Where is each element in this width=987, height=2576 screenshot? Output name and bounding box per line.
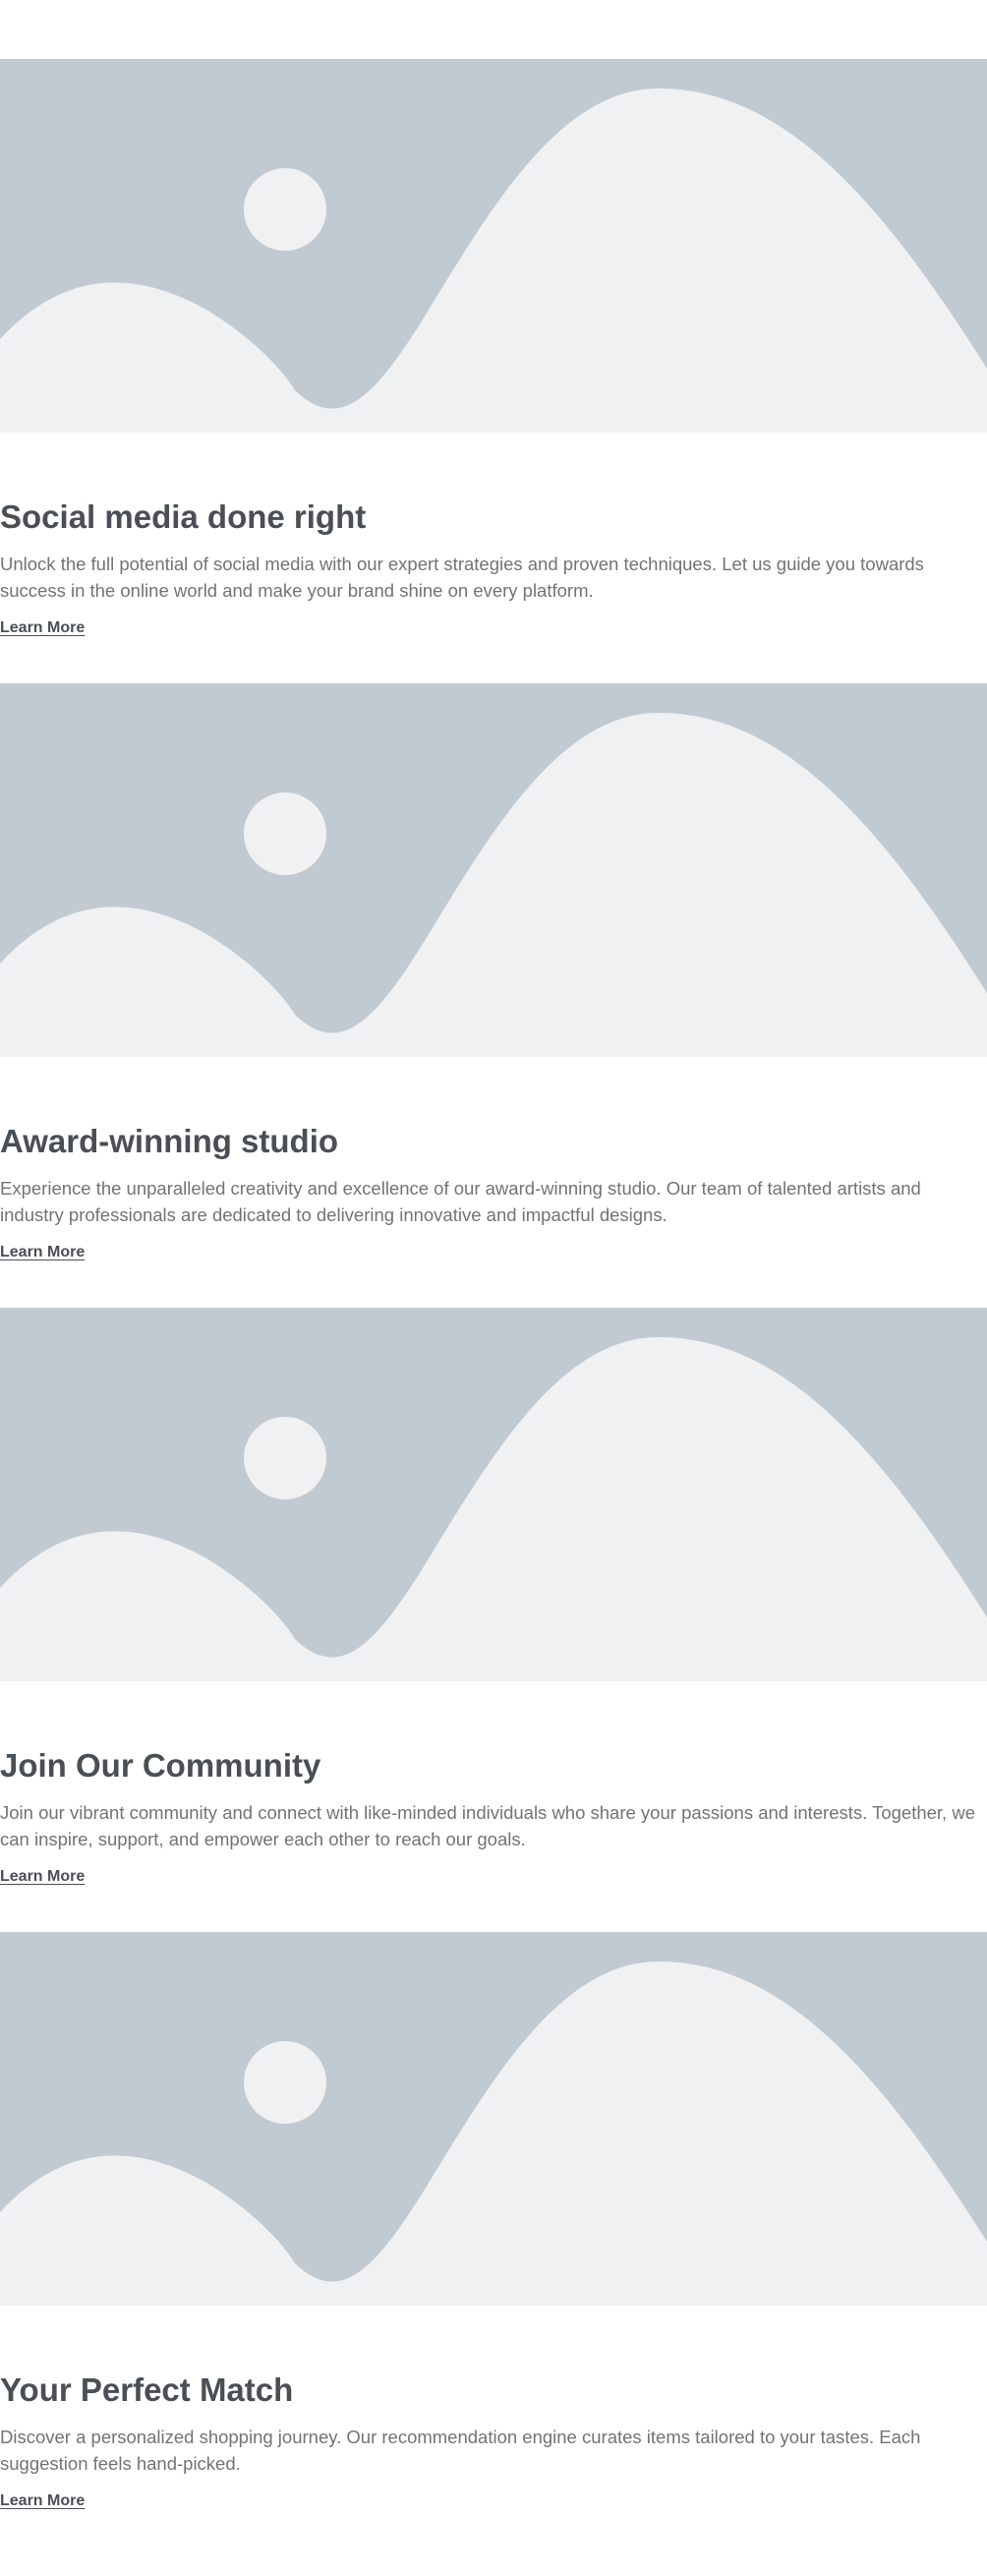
feature-title: Join Our Community <box>0 1747 321 1784</box>
image-placeholder-icon <box>0 683 987 1057</box>
learn-more-link[interactable]: Learn More <box>0 1867 85 1887</box>
feature-title: Your Perfect Match <box>0 2371 294 2408</box>
image-placeholder-icon <box>0 1308 987 1681</box>
learn-more-link[interactable]: Learn More <box>0 1243 85 1262</box>
image-placeholder-icon <box>0 1932 987 2306</box>
feature-description: Discover a personalized shopping journey… <box>0 2427 921 2474</box>
image-placeholder-icon <box>0 59 987 433</box>
feature-description: Unlock the full potential of social medi… <box>0 554 924 601</box>
feature-title: Award-winning studio <box>0 1123 339 1159</box>
feature-description: Experience the unparalleled creativity a… <box>0 1178 921 1225</box>
feature-description: Join our vibrant community and connect w… <box>0 1802 975 1849</box>
feature-title: Social media done right <box>0 498 367 535</box>
learn-more-link[interactable]: Learn More <box>0 618 85 638</box>
learn-more-link[interactable]: Learn More <box>0 2491 85 2511</box>
